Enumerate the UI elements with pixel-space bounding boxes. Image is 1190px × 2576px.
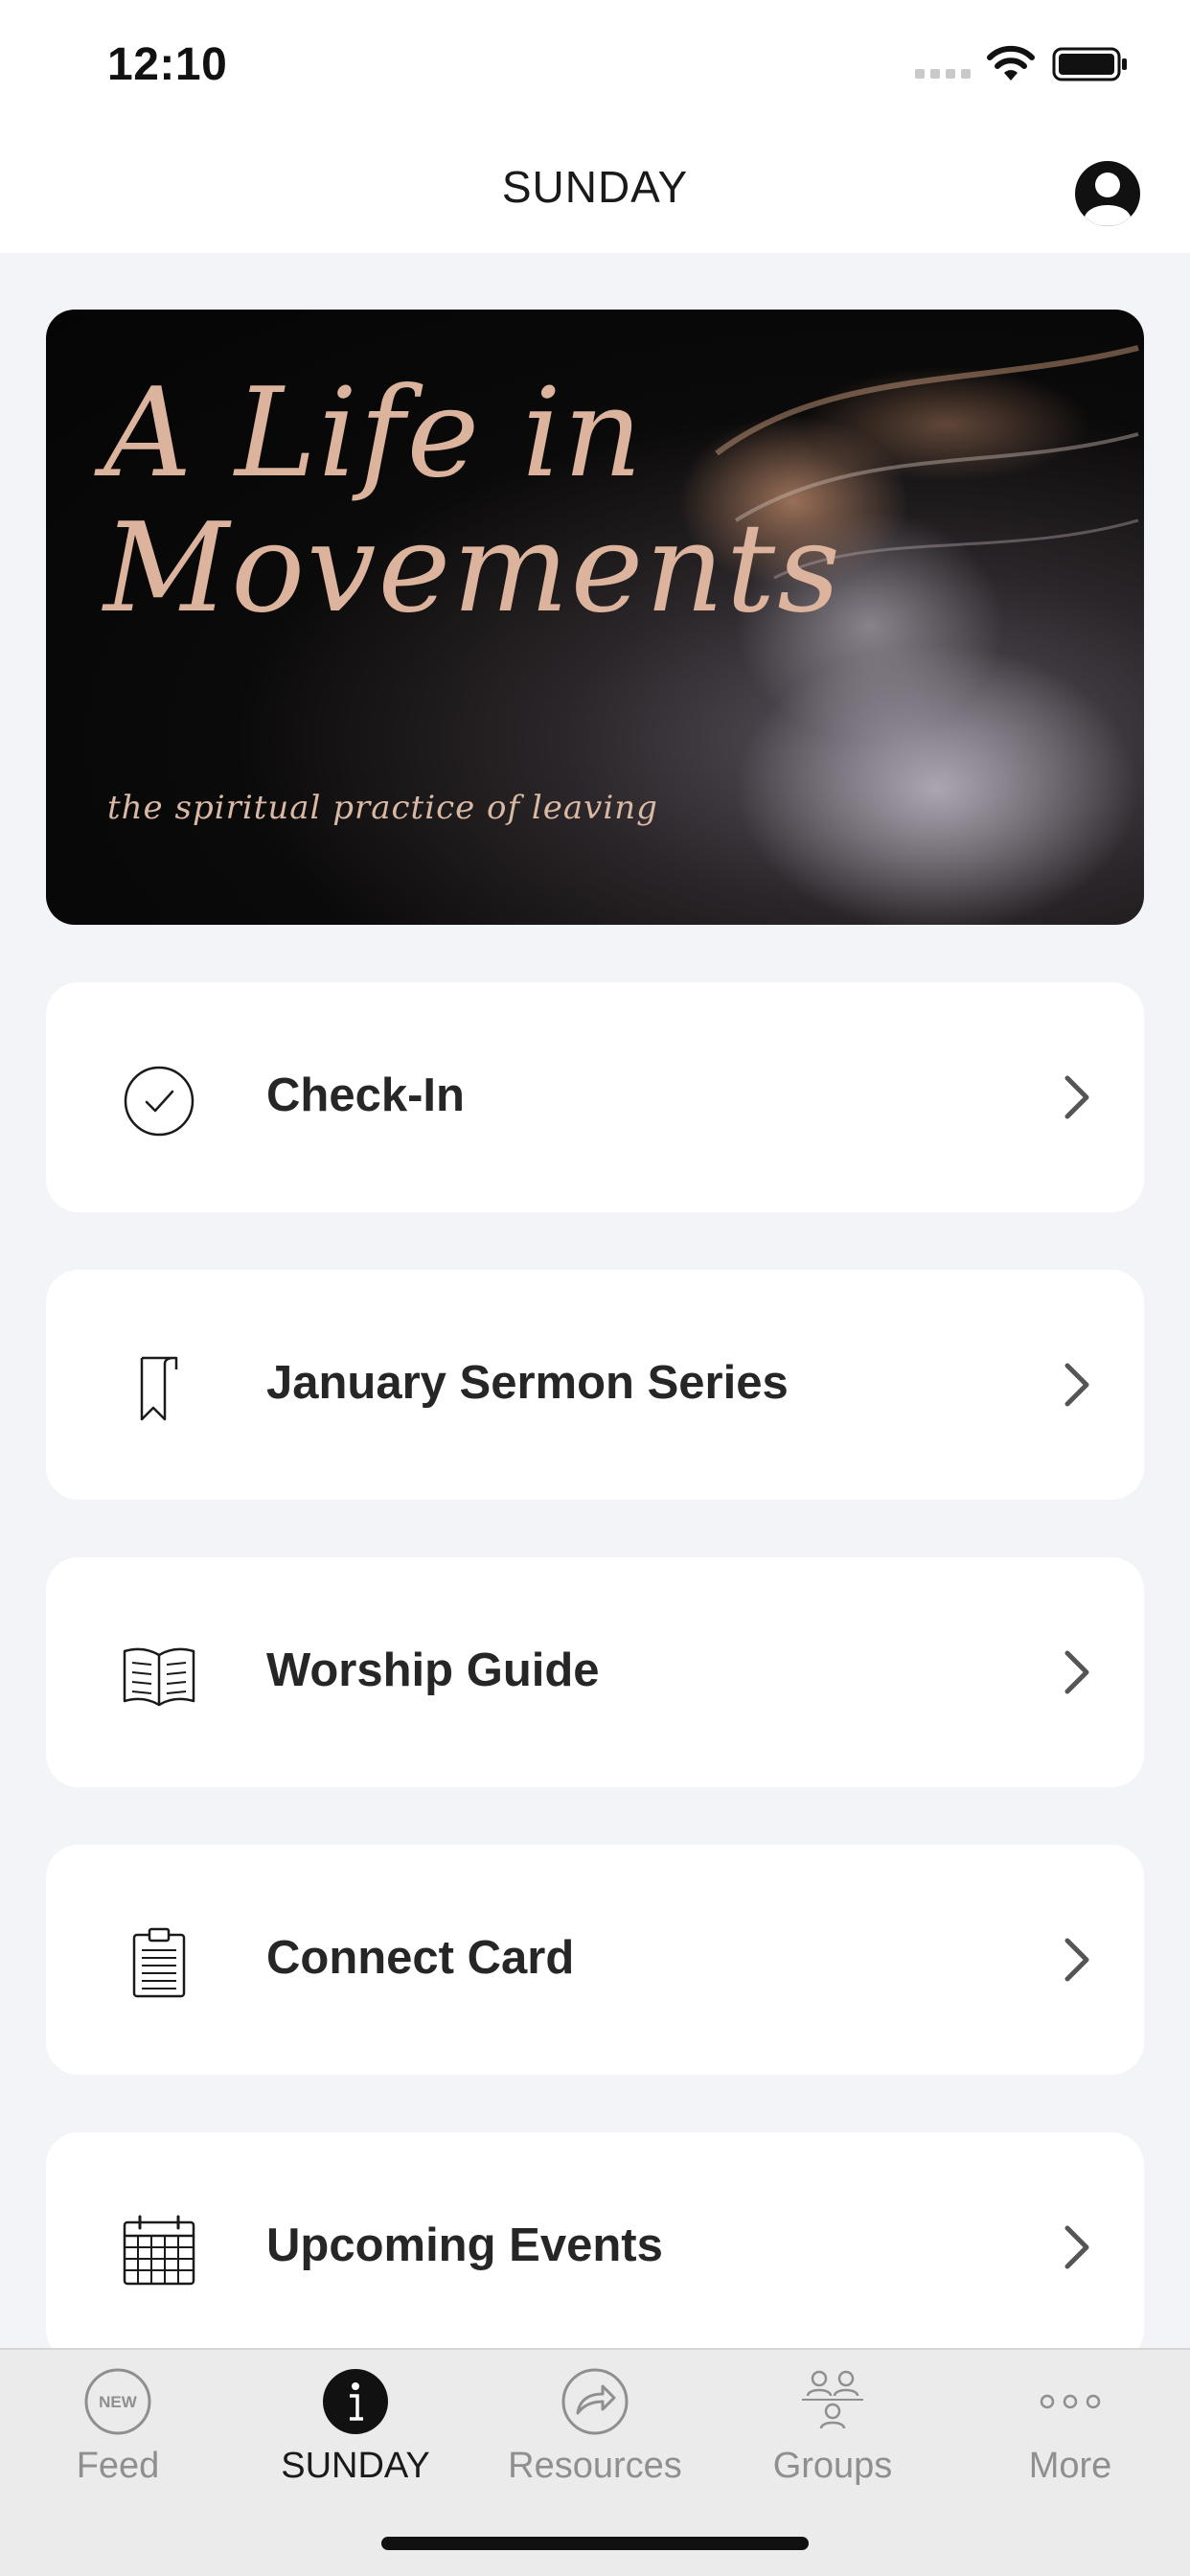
profile-icon[interactable] <box>1073 159 1142 228</box>
check-circle-icon <box>124 1066 195 1137</box>
open-book-icon <box>123 1647 195 1707</box>
tab-label: Feed <box>76 2446 160 2486</box>
chevron-right-icon <box>1064 1075 1089 1119</box>
battery-icon <box>1052 47 1127 81</box>
bookmark-icon <box>140 1356 178 1421</box>
tab-label: SUNDAY <box>281 2446 430 2486</box>
tab-label: Resources <box>508 2446 682 2486</box>
tab-label: Groups <box>772 2446 893 2486</box>
clipboard-icon <box>132 1927 186 1998</box>
menu-item-check-in[interactable]: Check-In <box>46 982 1144 1212</box>
tab-resources[interactable]: Resources <box>480 2361 710 2505</box>
cellular-signal-icon <box>915 69 971 79</box>
menu-item-january-sermon-series[interactable]: January Sermon Series <box>46 1270 1144 1500</box>
hero-banner[interactable]: A Life in Movements the spiritual practi… <box>46 310 1144 925</box>
tab-groups[interactable]: Groups <box>718 2361 948 2505</box>
tab-more[interactable]: More <box>955 2361 1185 2505</box>
more-dots-icon <box>1040 2394 1101 2409</box>
tab-sunday[interactable]: SUNDAY <box>240 2361 470 2505</box>
menu-item-worship-guide[interactable]: Worship Guide <box>46 1557 1144 1787</box>
menu-item-label: January Sermon Series <box>266 1357 789 1409</box>
hero-title: A Life in Movements <box>103 366 842 640</box>
wifi-icon <box>987 45 1035 80</box>
chevron-right-icon <box>1064 1938 1089 1982</box>
tab-label: More <box>1028 2446 1112 2486</box>
tab-feed[interactable]: NEW Feed <box>3 2361 233 2505</box>
chevron-right-icon <box>1064 1650 1089 1694</box>
menu-item-label: Check-In <box>266 1070 465 1121</box>
info-icon <box>323 2369 388 2434</box>
status-time: 12:10 <box>107 39 228 90</box>
menu-item-label: Worship Guide <box>266 1644 600 1696</box>
groups-icon <box>802 2370 863 2429</box>
hero-title-line-1: A Life in <box>103 362 645 505</box>
page-title: SUNDAY <box>501 162 689 212</box>
nav-bar: SUNDAY <box>0 134 1190 253</box>
chevron-right-icon <box>1064 2225 1089 2269</box>
new-badge-icon: NEW <box>84 2368 151 2435</box>
menu-item-upcoming-events[interactable]: Upcoming Events <box>46 2132 1144 2362</box>
chevron-right-icon <box>1064 1363 1089 1407</box>
new-badge-text: NEW <box>99 2393 138 2411</box>
share-arrow-icon <box>561 2368 629 2435</box>
screen: 12:10 SUNDAY A Life in Movements the spi… <box>0 0 1190 2576</box>
calendar-icon <box>123 2215 195 2286</box>
hero-subtitle: the spiritual practice of leaving <box>107 789 658 827</box>
hero-title-line-2: Movements <box>103 496 842 640</box>
status-bar: 12:10 <box>0 0 1190 134</box>
home-indicator[interactable] <box>381 2537 809 2550</box>
menu-item-label: Connect Card <box>266 1932 575 1984</box>
menu-item-connect-card[interactable]: Connect Card <box>46 1845 1144 2075</box>
menu-item-label: Upcoming Events <box>266 2220 663 2271</box>
